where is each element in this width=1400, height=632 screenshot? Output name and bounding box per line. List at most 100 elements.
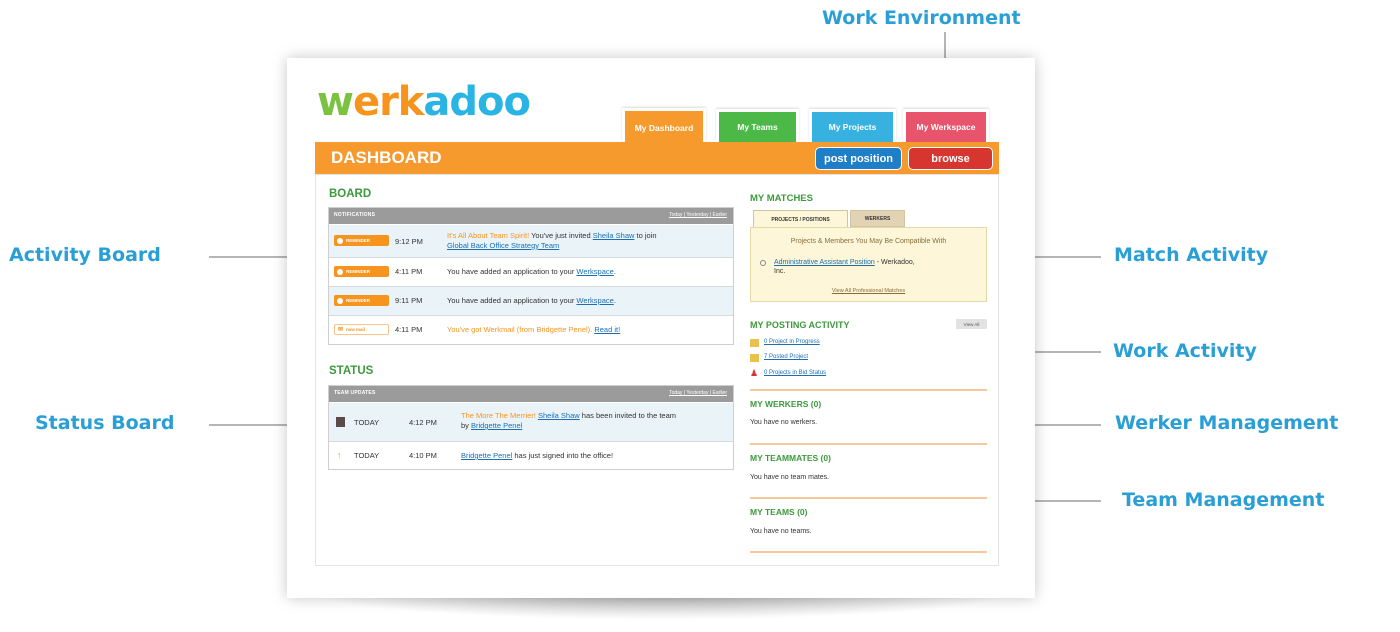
- teams-empty-text: You have no teams.: [750, 528, 812, 535]
- status-time: 4:10 PM: [409, 451, 437, 460]
- notification-lead: It's All About Team Spirit!: [447, 231, 530, 240]
- tab-my-teams[interactable]: My Teams: [716, 109, 799, 142]
- team-updates-header: TEAM UPDATES Today | Yesterday | Earlier: [329, 386, 733, 402]
- user-link[interactable]: Bridgette Penel: [461, 451, 512, 460]
- match-link[interactable]: Administrative Assistant Position: [774, 259, 875, 266]
- reminder-badge: REMINDER: [334, 266, 389, 277]
- logo-part: w: [317, 79, 354, 125]
- match-org: Inc.: [774, 268, 786, 275]
- werkspace-link[interactable]: Werkspace: [576, 267, 613, 276]
- status-row: ↑ TODAY 4:10 PM Bridgette Penel has just…: [329, 442, 733, 469]
- folder-icon: [750, 354, 759, 362]
- section-divider: [750, 389, 987, 391]
- teammates-title: MY TEAMMATES (0): [750, 453, 831, 463]
- person-icon: ♟: [750, 368, 759, 378]
- status-row: TODAY 4:12 PM The More The Merrier! Shei…: [329, 403, 733, 441]
- notification-lead: You've got Werkmail (from Bridgette Pene…: [447, 325, 593, 334]
- user-link[interactable]: Sheila Shaw: [593, 231, 635, 240]
- notification-text: You have added an application to your We…: [447, 296, 616, 306]
- annotation-status-board: Status Board: [35, 412, 175, 434]
- match-org: - Werkadoo,: [874, 259, 915, 266]
- match-item: Administrative Assistant Position - Werk…: [774, 258, 915, 276]
- status-text-part: has been invited to the team: [579, 411, 677, 420]
- badge-label: REMINDER: [346, 238, 371, 243]
- status-lead: The More The Merrier!: [461, 411, 536, 420]
- notification-row: REMINDER 9:11 PM You have added an appli…: [329, 287, 733, 315]
- date-filter-links[interactable]: Today | Yesterday | Earlier: [669, 390, 727, 396]
- notification-time: 9:11 PM: [395, 296, 423, 305]
- match-icon: [760, 260, 766, 266]
- status-time: 4:12 PM: [409, 418, 437, 427]
- notification-text-part: .: [613, 296, 616, 305]
- werkspace-link[interactable]: Werkspace: [576, 296, 613, 305]
- view-all-button[interactable]: View All: [956, 319, 987, 329]
- logo-part: erk: [352, 79, 424, 125]
- notifications-title: NOTIFICATIONS: [334, 212, 376, 218]
- annotation-work-activity: Work Activity: [1113, 340, 1257, 362]
- status-day: TODAY: [354, 451, 380, 460]
- status-text-part: by: [461, 421, 472, 430]
- my-matches-title: MY MATCHES: [750, 193, 813, 204]
- new-mail-badge: ✉ new mail: [334, 324, 389, 335]
- team-link[interactable]: Global Back Office Strategy Team: [447, 241, 559, 250]
- notification-time: 9:12 PM: [395, 237, 423, 246]
- badge-label: REMINDER: [346, 298, 371, 303]
- notification-row: REMINDER 4:11 PM You have added an appli…: [329, 258, 733, 286]
- reminder-icon: [337, 297, 343, 304]
- logo-part: adoo: [423, 79, 531, 125]
- notification-text-part: You've just invited: [529, 231, 593, 240]
- reminder-icon: [337, 237, 343, 244]
- team-updates-title: TEAM UPDATES: [334, 390, 376, 396]
- mail-icon: ✉: [338, 327, 344, 333]
- tab-my-dashboard[interactable]: My Dashboard: [622, 108, 706, 144]
- matches-box: Projects & Members You May Be Compatible…: [750, 227, 987, 302]
- notification-time: 4:11 PM: [395, 325, 423, 334]
- teams-title: MY TEAMS (0): [750, 507, 808, 517]
- tab-my-werkspace[interactable]: My Werkspace: [903, 109, 989, 142]
- folder-icon: [750, 339, 759, 347]
- reminder-badge: REMINDER: [334, 235, 389, 246]
- notification-text-part: to join: [634, 231, 657, 240]
- teammates-empty-text: You have no team mates.: [750, 474, 830, 481]
- badge-label: new mail: [346, 327, 366, 332]
- badge-label: REMINDER: [346, 269, 371, 274]
- notification-text: You have added an application to your We…: [447, 267, 616, 277]
- notification-row: ✉ new mail 4:11 PM You've got Werkmail (f…: [329, 316, 733, 344]
- view-all-matches-link[interactable]: View All Professional Matches: [751, 288, 986, 294]
- section-divider: [750, 443, 987, 445]
- section-divider: [750, 551, 987, 553]
- user-link[interactable]: Sheila Shaw: [538, 411, 580, 420]
- notifications-header: NOTIFICATIONS Today | Yesterday | Earlie…: [329, 208, 733, 224]
- annotation-activity-board: Activity Board: [9, 244, 161, 266]
- matches-headline: Projects & Members You May Be Compatible…: [790, 238, 947, 245]
- werkadoo-logo[interactable]: werkadoo: [317, 79, 531, 125]
- annotation-werker-management: Werker Management: [1115, 412, 1339, 434]
- posting-item[interactable]: 7 Posted Project: [764, 354, 808, 360]
- status-text: The More The Merrier! Sheila Shaw has be…: [461, 411, 676, 431]
- notification-text-part: .: [613, 267, 616, 276]
- page-title: DASHBOARD: [331, 148, 442, 167]
- annotation-team-management: Team Management: [1122, 489, 1325, 511]
- section-divider: [750, 497, 987, 499]
- avatar: [336, 417, 345, 427]
- status-text-part: has just signed into the office!: [512, 451, 614, 460]
- posting-activity-title: MY POSTING ACTIVITY: [750, 320, 850, 330]
- read-it-link[interactable]: Read it!: [594, 325, 620, 334]
- notifications-panel: NOTIFICATIONS Today | Yesterday | Earlie…: [328, 207, 734, 345]
- tab-projects-positions[interactable]: PROJECTS / POSITIONS: [753, 210, 848, 228]
- notification-row: REMINDER 9:12 PM It's All About Team Spi…: [329, 225, 733, 257]
- notification-time: 4:11 PM: [395, 267, 423, 276]
- sign-in-icon: ↑: [337, 450, 342, 460]
- tab-my-projects[interactable]: My Projects: [809, 109, 896, 142]
- reminder-badge: REMINDER: [334, 295, 389, 306]
- user-link[interactable]: Bridgette Penel: [471, 421, 522, 430]
- posting-item[interactable]: 0 Project in Progress: [764, 339, 820, 345]
- date-filter-links[interactable]: Today | Yesterday | Earlier: [669, 212, 727, 218]
- werkers-title: MY WERKERS (0): [750, 399, 822, 409]
- post-position-button[interactable]: post position: [815, 147, 902, 170]
- tab-werkers[interactable]: WERKERS: [850, 210, 905, 227]
- status-day: TODAY: [354, 418, 380, 427]
- browse-button[interactable]: browse: [908, 147, 993, 170]
- board-title: BOARD: [329, 188, 372, 200]
- posting-item[interactable]: 0 Projects in Bid Status: [764, 370, 826, 376]
